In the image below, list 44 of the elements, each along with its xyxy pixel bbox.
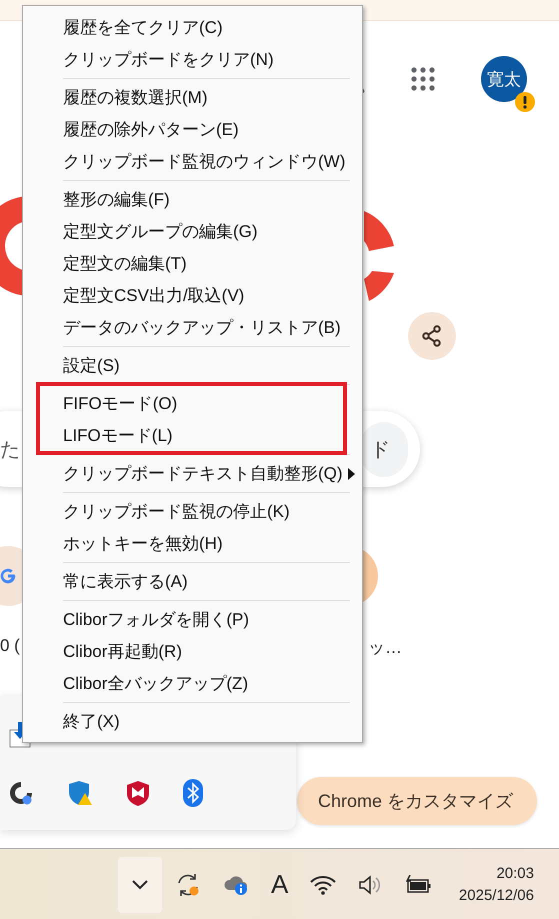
menu-item[interactable]: Cliborフォルダを開く(P) [23, 603, 362, 635]
clock-time[interactable]: 20:03 [496, 865, 534, 882]
ime-indicator[interactable]: A [271, 869, 288, 900]
search-text: た [0, 438, 20, 462]
menu-item[interactable]: 整形の編集(F) [23, 183, 362, 215]
sync-icon[interactable] [175, 872, 201, 896]
menu-item[interactable]: 定型文グループの編集(G) [23, 215, 362, 247]
menu-item[interactable]: Clibor全バックアップ(Z) [23, 667, 362, 699]
menu-item[interactable]: 常に表示する(A) [23, 565, 362, 597]
shield-warning-icon[interactable] [67, 780, 93, 806]
menu-item[interactable]: データのバックアップ・リストア(B) [23, 311, 362, 343]
share-icon [422, 325, 442, 347]
chevron-down-icon [132, 880, 148, 890]
menu-item[interactable]: 定型文CSV出力/取込(V) [23, 279, 362, 311]
profile-avatar[interactable]: 寛太 [481, 56, 527, 102]
apps-grid-icon[interactable] [411, 67, 435, 91]
gauge-icon[interactable] [8, 780, 34, 806]
clock-date[interactable]: 2025/12/06 [458, 887, 534, 904]
google-logo-icon [0, 568, 16, 584]
shortcut-title[interactable]: ッ… [368, 636, 402, 659]
cloud-info-icon[interactable] [223, 874, 249, 896]
menu-item[interactable]: 履歴の複数選択(M) [23, 81, 362, 113]
menu-item[interactable]: Clibor再起動(R) [23, 635, 362, 667]
menu-item[interactable]: クリップボード監視の停止(K) [23, 495, 362, 527]
menu-item[interactable]: FIFOモード(O) [23, 387, 362, 419]
menu-item[interactable]: LIFOモード(L) [23, 419, 362, 451]
customize-chrome-button[interactable]: Chrome をカスタマイズ [297, 777, 537, 825]
menu-item[interactable]: クリップボードテキスト自動整形(Q) [23, 457, 362, 489]
share-button[interactable] [408, 312, 456, 360]
shield-m-icon[interactable] [126, 780, 150, 806]
menu-item[interactable]: クリップボード監視のウィンドウ(W) [23, 145, 362, 177]
battery-charging-icon[interactable] [406, 874, 432, 894]
menu-item[interactable]: 定型文の編集(T) [23, 247, 362, 279]
menu-item[interactable]: 設定(S) [23, 349, 362, 381]
menu-item[interactable]: ホットキーを無効(H) [23, 527, 362, 559]
wifi-icon[interactable] [310, 874, 336, 894]
menu-item[interactable]: 終了(X) [23, 705, 362, 737]
search-mode-chip[interactable]: ド [360, 422, 408, 476]
shortcut-title[interactable]: 0 ( [0, 636, 20, 656]
menu-item[interactable]: 履歴の除外パターン(E) [23, 113, 362, 145]
menu-item[interactable]: クリップボードをクリア(N) [23, 43, 362, 75]
menu-item[interactable]: 履歴を全てクリア(C) [23, 11, 362, 43]
warning-badge-icon [515, 92, 535, 112]
bluetooth-icon[interactable] [183, 778, 203, 806]
